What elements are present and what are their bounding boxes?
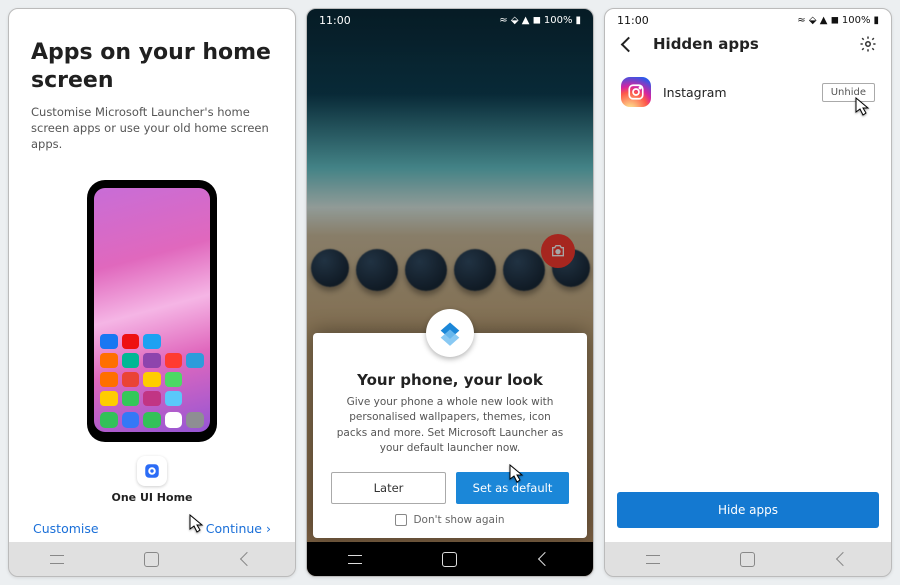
device-screen (94, 188, 210, 432)
device-mock (87, 180, 217, 442)
p3-body: Hidden apps Instagram Unhide (605, 9, 891, 576)
recents-icon[interactable] (644, 550, 662, 568)
instagram-icon (621, 77, 651, 107)
battery-icon: ▮ (575, 15, 581, 26)
ms-launcher-icon (426, 309, 474, 357)
status-bar: 11:00 ≈ ⬙ ▲ ◼100%▮ (307, 9, 593, 31)
back-icon[interactable] (834, 550, 852, 568)
one-ui-icon (137, 456, 167, 486)
recents-icon[interactable] (346, 550, 364, 568)
screenshot-default-launcher-dialog: 11:00 ≈ ⬙ ▲ ◼100%▮ Your phone, your look… (306, 8, 594, 577)
battery-icon: ▮ (873, 15, 879, 26)
launcher-dialog: Your phone, your look Give your phone a … (313, 333, 587, 538)
gear-icon[interactable] (859, 35, 877, 53)
set-default-button[interactable]: Set as default (456, 472, 569, 504)
home-icon[interactable] (739, 550, 757, 568)
dont-show-again[interactable]: Don't show again (331, 514, 569, 526)
page-title: Hidden apps (653, 35, 843, 53)
screenshot-launcher-chooser: Apps on your home screen Customise Micro… (8, 8, 296, 577)
launcher-option-label: One UI Home (111, 491, 192, 504)
continue-button[interactable]: Continue› (206, 521, 271, 536)
chevron-right-icon: › (266, 521, 271, 536)
recents-icon[interactable] (48, 550, 66, 568)
launcher-option[interactable]: One UI Home (31, 180, 273, 504)
unhide-button[interactable]: Unhide (822, 83, 875, 102)
android-navbar (307, 542, 593, 576)
status-bar: 11:00 ≈ ⬙ ▲ ◼100%▮ (605, 9, 891, 31)
dialog-body: Give your phone a whole new look with pe… (331, 395, 569, 456)
checkbox-icon[interactable] (395, 514, 407, 526)
hide-apps-button[interactable]: Hide apps (617, 492, 879, 528)
home-icon[interactable] (441, 550, 459, 568)
hidden-app-row: Instagram Unhide (619, 71, 877, 113)
back-button[interactable] (619, 35, 637, 53)
screenshot-hidden-apps: 11:00 ≈ ⬙ ▲ ◼100%▮ Hidden apps Instagram… (604, 8, 892, 577)
page-title: Apps on your home screen (31, 39, 273, 94)
dialog-title: Your phone, your look (331, 371, 569, 389)
page-description: Customise Microsoft Launcher's home scre… (31, 104, 271, 152)
back-icon[interactable] (238, 550, 256, 568)
p1-body: Apps on your home screen Customise Micro… (9, 9, 295, 576)
back-icon[interactable] (536, 550, 554, 568)
status-time: 11:00 (617, 14, 649, 27)
home-icon[interactable] (143, 550, 161, 568)
android-navbar (605, 542, 891, 576)
later-button[interactable]: Later (331, 472, 446, 504)
app-name: Instagram (663, 85, 810, 100)
status-time: 11:00 (319, 14, 351, 27)
android-navbar (9, 542, 295, 576)
customise-button[interactable]: Customise (33, 521, 99, 536)
